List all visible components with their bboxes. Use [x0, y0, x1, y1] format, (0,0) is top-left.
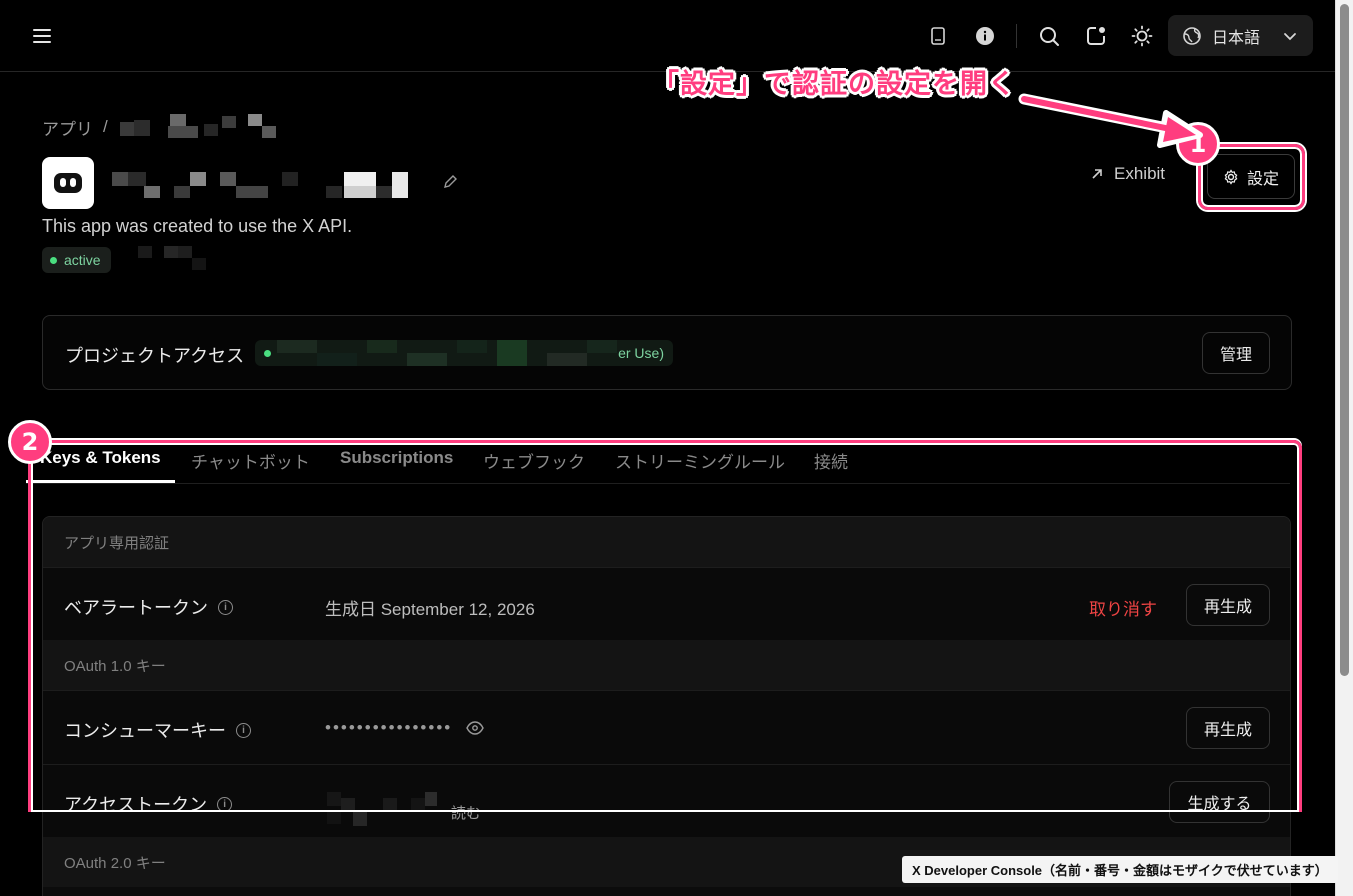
mosaic-status-extra [120, 246, 210, 272]
toolbar-divider [1016, 24, 1017, 48]
callout-arrow [1018, 93, 1203, 148]
highlight-tabs-panel [28, 440, 1302, 812]
breadcrumb-root[interactable]: アプリ [42, 115, 93, 140]
search-icon[interactable] [1035, 22, 1063, 50]
project-pill-tail: er Use) [618, 345, 664, 361]
notification-icon[interactable] [1082, 22, 1110, 50]
globe-icon [1183, 26, 1201, 45]
breadcrumb: アプリ / [42, 114, 278, 140]
chevron-down-icon [1284, 32, 1296, 40]
scrollbar[interactable] [1335, 0, 1353, 896]
scrollbar-thumb[interactable] [1340, 4, 1349, 676]
language-label: 日本語 [1212, 29, 1261, 47]
callout-text: 「設定」で認証の設定を開く [652, 69, 1016, 100]
screenshot-caption: X Developer Console（名前・番号・金額はモザイクで伏せています… [902, 856, 1338, 883]
app-description: This app was created to use the X API. [42, 216, 353, 236]
project-pill: er Use) [255, 340, 673, 366]
info-icon[interactable] [971, 22, 999, 50]
project-status-dot [264, 349, 271, 357]
status-label: active [64, 252, 101, 268]
project-access-card: プロジェクトアクセス er Use) 管理 [42, 315, 1292, 390]
exhibit-label: Exhibit [1114, 164, 1166, 183]
step-badge-2: 2 [8, 420, 52, 464]
status-badge: active [42, 247, 111, 273]
project-access-title: プロジェクトアクセス [65, 346, 245, 366]
arrow-up-right-icon [1092, 169, 1102, 179]
mosaic-project-name [277, 340, 617, 366]
mosaic-app-title [112, 172, 412, 200]
app-logo [42, 157, 94, 209]
theme-toggle-icon[interactable] [1128, 22, 1156, 50]
breadcrumb-separator: / [103, 117, 108, 136]
book-icon[interactable] [924, 22, 952, 50]
menu-icon[interactable] [30, 24, 54, 48]
status-dot [50, 256, 57, 264]
edit-pencil-icon[interactable] [442, 174, 458, 190]
mosaic-app-name [118, 114, 278, 140]
language-selector[interactable]: 日本語 [1168, 15, 1313, 56]
exhibit-link[interactable]: Exhibit [1090, 164, 1165, 184]
manage-button[interactable]: 管理 [1202, 332, 1270, 374]
